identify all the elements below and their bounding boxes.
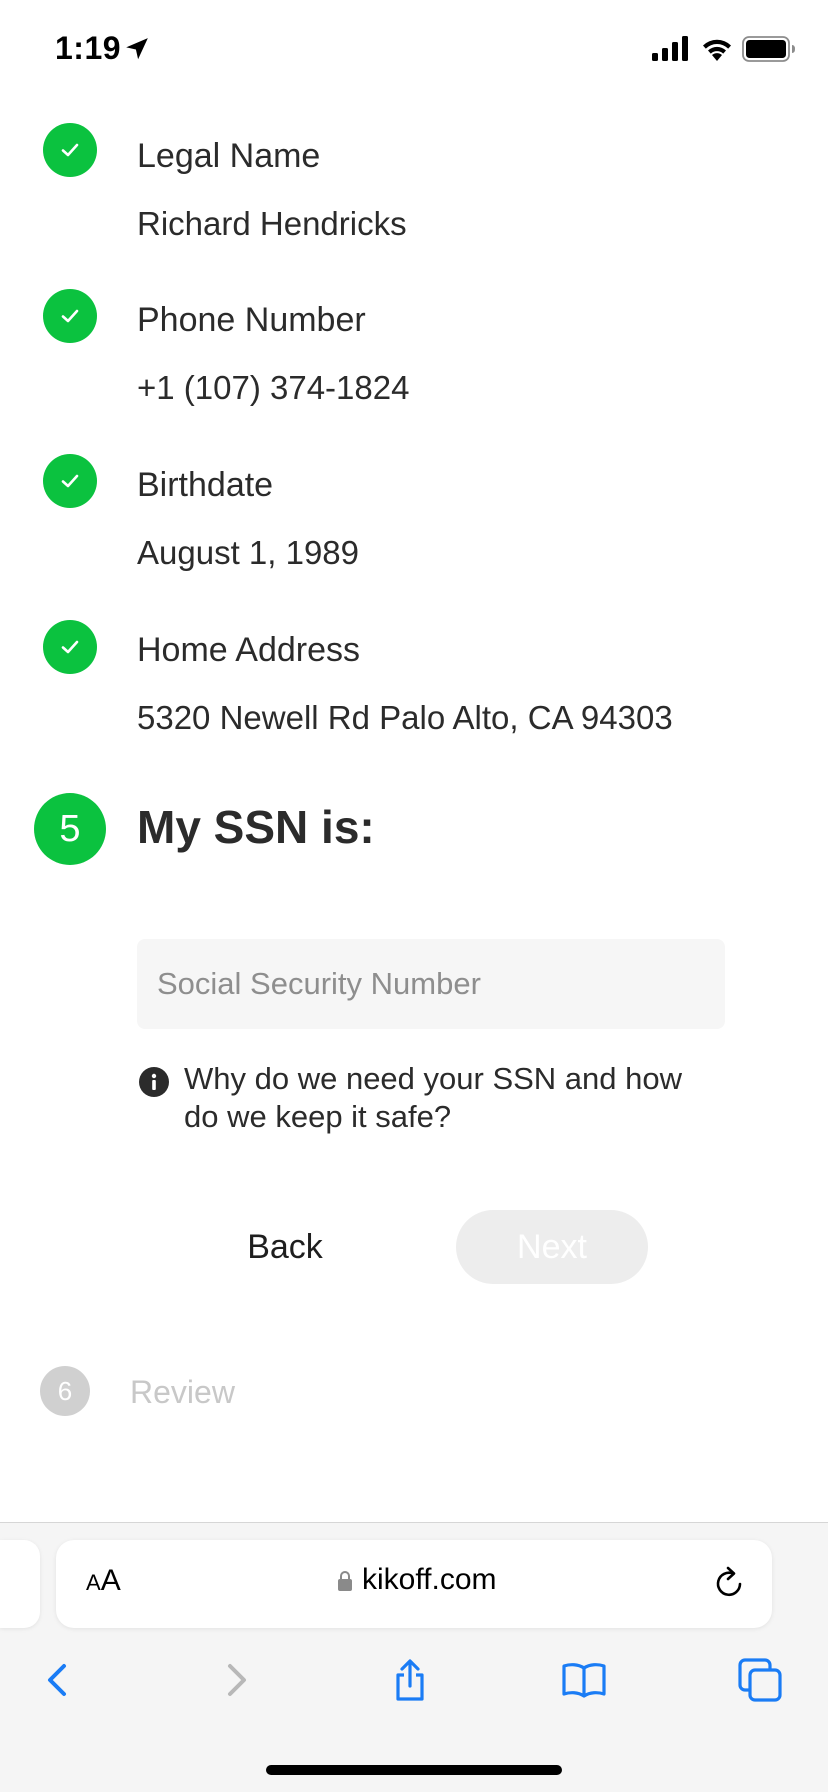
wifi-icon xyxy=(703,39,731,61)
text-size-small-glyph: A xyxy=(86,1570,101,1595)
tabs-button[interactable] xyxy=(730,1652,790,1708)
reload-icon[interactable] xyxy=(711,1564,747,1602)
tabs-icon xyxy=(738,1658,782,1702)
step-title: Home Address xyxy=(137,631,360,669)
share-icon xyxy=(396,1659,424,1701)
checkmark-icon xyxy=(43,123,97,177)
home-indicator xyxy=(266,1765,562,1775)
status-bar: 1:19 xyxy=(0,0,828,100)
lock-icon xyxy=(338,1571,352,1591)
step-title: Birthdate xyxy=(137,466,274,504)
ssn-input[interactable] xyxy=(137,939,725,1029)
step-title: Phone Number xyxy=(137,301,366,339)
text-size-button[interactable]: AA xyxy=(86,1564,121,1604)
step-value: +1 (107) 374-1824 xyxy=(137,369,410,406)
step-value: 5320 Newell Rd Palo Alto, CA 94303 xyxy=(137,699,673,736)
back-button[interactable]: Back xyxy=(210,1210,360,1284)
step-value: Richard Hendricks xyxy=(137,205,407,242)
location-arrow-icon xyxy=(126,38,148,60)
step-label: Review xyxy=(130,1374,235,1410)
checkmark-icon xyxy=(43,620,97,674)
step-value: August 1, 1989 xyxy=(137,534,360,571)
checkmark-icon xyxy=(43,454,97,508)
status-time: 1:19 xyxy=(55,30,122,66)
back-nav-button[interactable] xyxy=(28,1652,88,1708)
step-number-badge: 6 xyxy=(40,1366,90,1416)
step-title: Legal Name xyxy=(137,137,321,175)
info-icon xyxy=(139,1067,169,1097)
step-number-badge: 5 xyxy=(34,793,106,865)
forward-nav-button[interactable] xyxy=(206,1652,266,1708)
address-bar[interactable]: AA kikoff.com xyxy=(56,1540,772,1628)
share-button[interactable] xyxy=(380,1652,440,1708)
battery-icon xyxy=(742,36,795,62)
chevron-left-icon xyxy=(48,1664,66,1696)
previous-tab-peek[interactable] xyxy=(0,1540,40,1628)
step-heading: My SSN is: xyxy=(137,801,375,853)
ssn-info-link[interactable]: Why do we need your SSN and how do we ke… xyxy=(184,1060,724,1136)
next-button[interactable]: Next xyxy=(456,1210,648,1284)
chevron-right-icon xyxy=(228,1664,246,1696)
cellular-signal-icon xyxy=(652,36,688,61)
bookmarks-button[interactable] xyxy=(554,1652,614,1708)
url-text[interactable]: kikoff.com xyxy=(362,1563,497,1597)
text-size-large-glyph: A xyxy=(100,1564,121,1597)
checkmark-icon xyxy=(43,289,97,343)
book-icon xyxy=(562,1663,606,1698)
